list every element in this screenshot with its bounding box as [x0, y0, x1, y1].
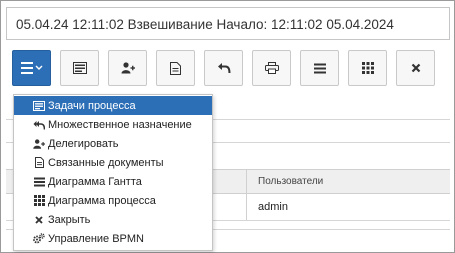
column-header-users[interactable]: Пользователи	[258, 176, 323, 187]
document-icon	[170, 61, 181, 75]
menu-item-close[interactable]: Закрыть	[14, 210, 212, 229]
menu-icon	[313, 63, 326, 74]
actions-menu-button[interactable]	[12, 50, 51, 86]
menu-item-process-tasks[interactable]: Задачи процесса	[14, 96, 212, 115]
process-diagram-button[interactable]	[348, 50, 387, 86]
menu-item-label: Закрыть	[48, 213, 91, 226]
page-title: 05.04.24 12:11:02 Взвешивание Начало: 12…	[16, 17, 394, 32]
add-user-icon	[33, 138, 45, 150]
column-separator	[246, 169, 247, 221]
close-icon	[411, 63, 421, 73]
print-button[interactable]	[252, 50, 291, 86]
add-user-icon	[121, 62, 135, 74]
menu-item-label: Множественное назначение	[48, 118, 192, 131]
table-cell-user[interactable]: admin	[258, 201, 288, 213]
menu-item-label: Связанные документы	[48, 156, 164, 169]
menu-item-bpmn-management[interactable]: Управление BPMN	[14, 229, 212, 248]
menu-icon	[20, 61, 43, 75]
gears-icon	[33, 233, 45, 245]
delegate-button[interactable]	[108, 50, 147, 86]
menu-item-gantt-chart[interactable]: Диаграмма Гантта	[14, 172, 212, 191]
task-list-icon	[33, 100, 45, 112]
close-button[interactable]	[396, 50, 435, 86]
reply-all-icon	[33, 119, 45, 131]
menu-item-label: Задачи процесса	[48, 99, 136, 112]
menu-item-label: Управление BPMN	[48, 232, 144, 245]
menu-item-related-documents[interactable]: Связанные документы	[14, 153, 212, 172]
window-frame: 05.04.24 12:11:02 Взвешивание Начало: 12…	[0, 0, 455, 253]
menu-item-multiple-assignment[interactable]: Множественное назначение	[14, 115, 212, 134]
document-icon	[33, 157, 45, 169]
task-list-icon	[72, 62, 87, 74]
grid-icon	[361, 62, 374, 74]
process-tasks-button[interactable]	[60, 50, 99, 86]
list-view-button[interactable]	[300, 50, 339, 86]
print-icon	[264, 62, 279, 74]
grid-icon	[33, 195, 45, 207]
menu-item-process-diagram[interactable]: Диаграмма процесса	[14, 191, 212, 210]
menu-item-label: Делегировать	[48, 137, 119, 150]
related-documents-button[interactable]	[156, 50, 195, 86]
title-bar: 05.04.24 12:11:02 Взвешивание Начало: 12…	[6, 7, 450, 40]
undo-icon	[217, 62, 231, 74]
gantt-icon	[33, 176, 45, 188]
actions-dropdown-menu: Задачи процесса Множественное назначение	[13, 94, 213, 251]
undo-button[interactable]	[204, 50, 243, 86]
menu-item-label: Диаграмма Гантта	[48, 175, 142, 188]
menu-item-label: Диаграмма процесса	[48, 194, 156, 207]
close-icon	[33, 214, 45, 226]
menu-item-delegate[interactable]: Делегировать	[14, 134, 212, 153]
